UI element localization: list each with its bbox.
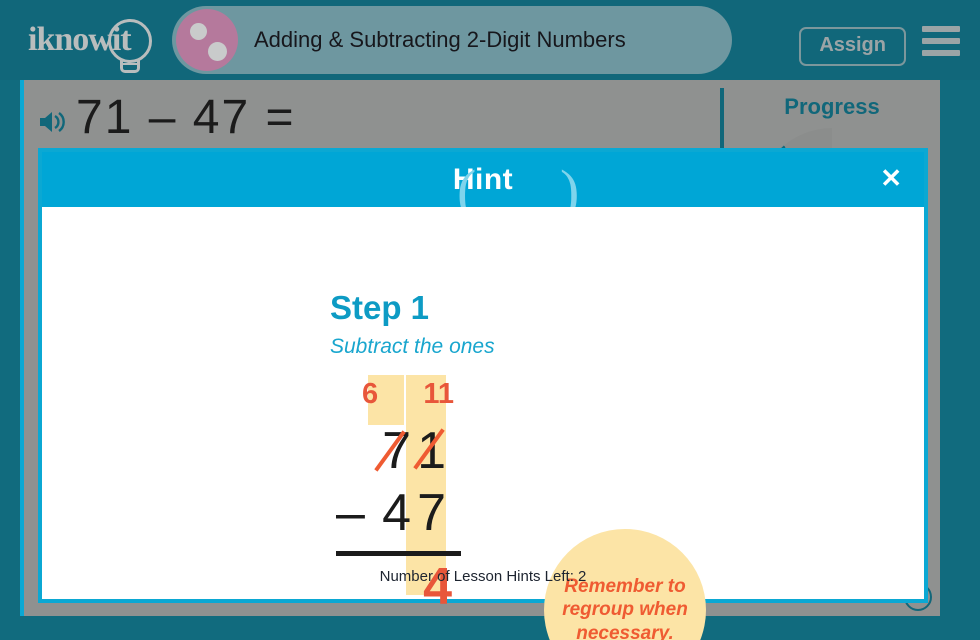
speaker-audio-icon[interactable]	[38, 108, 68, 136]
lesson-title-pill: Adding & Subtracting 2-Digit Numbers	[172, 6, 732, 74]
lesson-avatar-icon	[176, 9, 238, 71]
lightbulb-filament-icon	[121, 63, 139, 65]
assign-button[interactable]: Assign	[799, 27, 906, 66]
equation-rule	[336, 551, 461, 556]
hint-modal-header: ( Hint ) ✕	[42, 152, 924, 223]
hints-left-label: Number of Lesson Hints Left: 2	[379, 568, 587, 585]
step-title: Step 1	[330, 289, 430, 326]
regroup-row: 6 11	[362, 378, 454, 411]
regroup-ones-value: 11	[423, 378, 454, 410]
app-root: iknowit Adding & Subtracting 2-Digit Num…	[0, 0, 980, 640]
result-value: 4	[423, 558, 452, 616]
problem-expression: 71 – 47 =	[76, 91, 296, 144]
close-icon[interactable]: ✕	[880, 165, 902, 191]
top-bar: iknowit Adding & Subtracting 2-Digit Num…	[0, 0, 980, 80]
problem-row: 71 – 47 =	[38, 90, 296, 145]
subtrahend-value: 47	[382, 484, 452, 542]
lightbulb-base-icon	[120, 60, 140, 73]
lesson-title: Adding & Subtracting 2-Digit Numbers	[254, 27, 626, 52]
regroup-tens-value: 6	[362, 378, 379, 410]
hint-modal: ( Hint ) ✕ Step 1 Subtract the ones 6 11…	[38, 148, 928, 640]
lightbulb-icon	[108, 19, 152, 63]
hamburger-menu-icon[interactable]	[922, 26, 960, 56]
app-logo[interactable]: iknowit	[20, 7, 160, 73]
step-subtitle: Subtract the ones	[330, 335, 495, 358]
hint-modal-body: Step 1 Subtract the ones 6 11 71 – 47 4 …	[42, 207, 924, 640]
progress-label: Progress	[784, 94, 880, 119]
